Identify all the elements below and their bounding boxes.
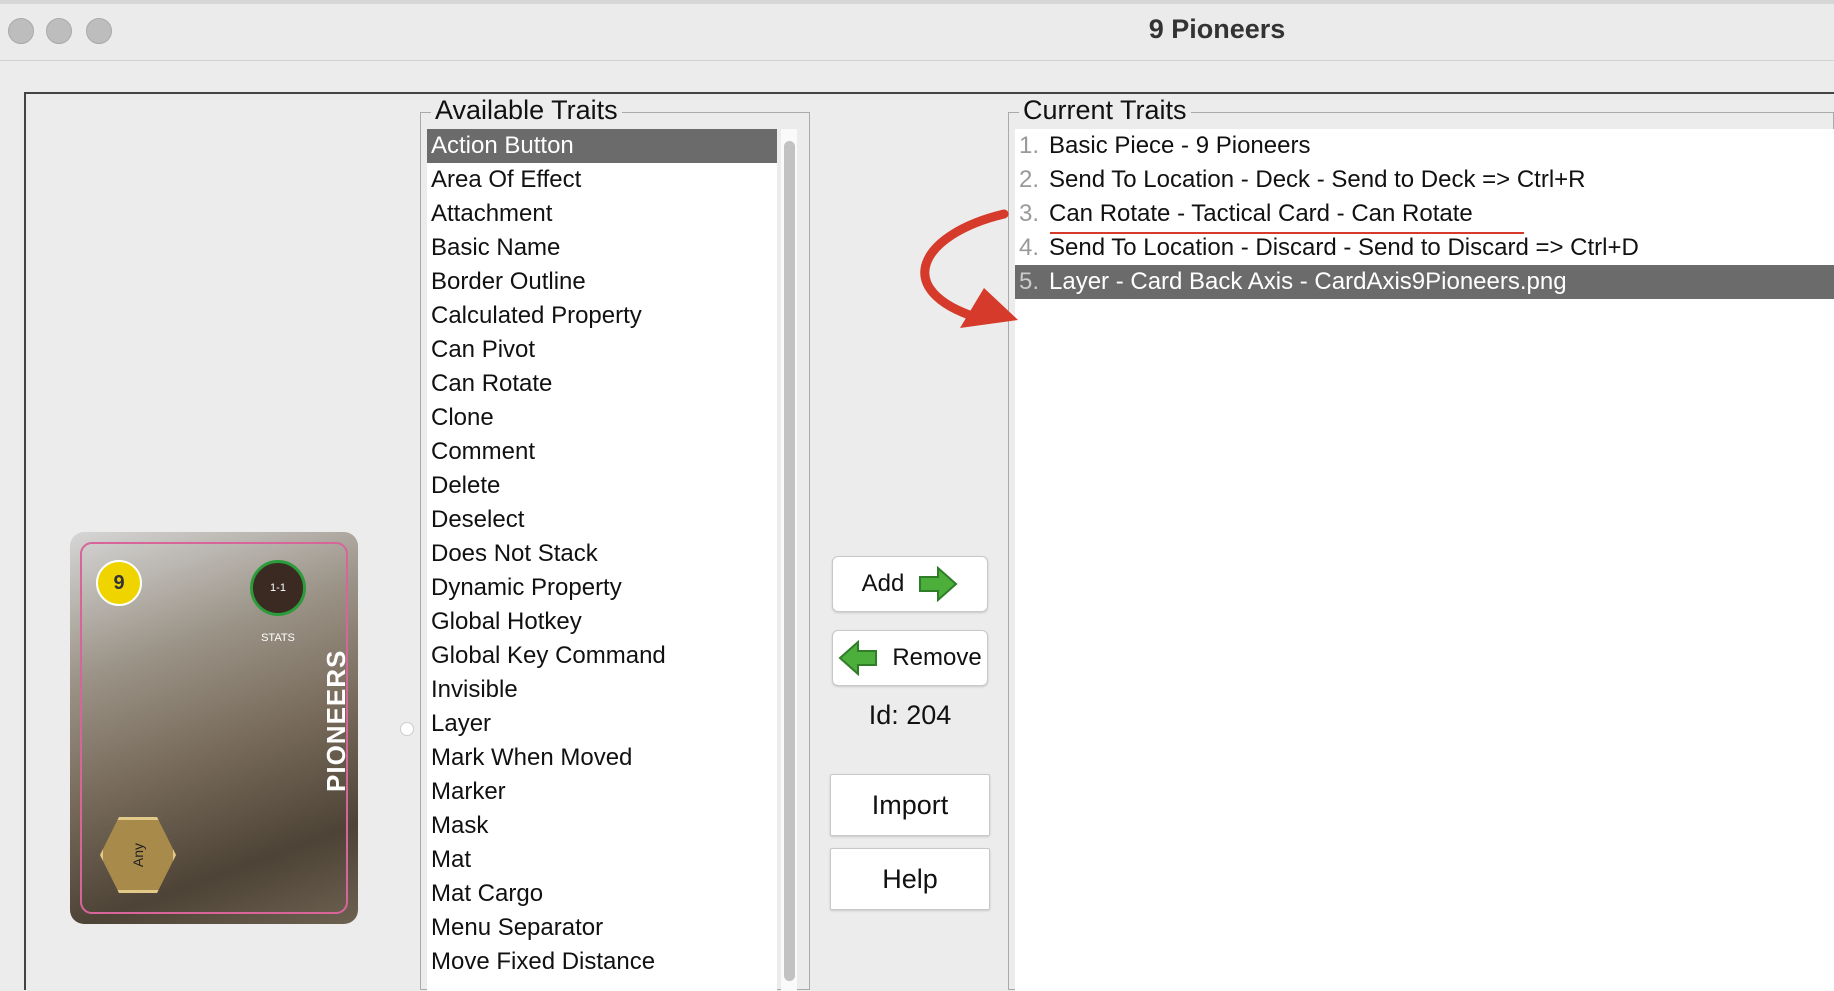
available-trait-item[interactable]: Mark When Moved [427,741,777,775]
trait-text: Layer - Card Back Axis - CardAxis9Pionee… [1049,268,1567,295]
available-trait-item[interactable]: Action Button [427,129,777,163]
available-trait-item[interactable]: Global Hotkey [427,605,777,639]
available-traits-group: Available Traits Action Button Area Of Ef… [420,95,810,991]
trait-text: Send To Location - Discard - Send to Dis… [1049,234,1639,261]
current-traits-title: Current Traits [1019,95,1191,126]
available-trait-item[interactable]: Menu Separator [427,911,777,945]
available-trait-item[interactable]: Deselect [427,503,777,537]
available-trait-item[interactable]: Global Key Command [427,639,777,673]
available-trait-item[interactable]: Can Rotate [427,367,777,401]
current-trait-item[interactable]: 3. Can Rotate - Tactical Card - Can Rotat… [1015,197,1834,231]
available-trait-item[interactable]: Delete [427,469,777,503]
available-trait-item[interactable]: Does Not Stack [427,537,777,571]
available-traits-scrollbar[interactable] [781,129,797,991]
add-button-label: Add [861,570,905,597]
card-stats-badge: 1-1 STATS [250,560,306,644]
left-arrow-icon [838,640,878,676]
card-side-label: PIONEERS [321,649,351,792]
trait-text: Can Rotate - Tactical Card - Can Rotate [1049,200,1473,227]
card-number-coin: 9 [96,560,142,606]
available-trait-item[interactable]: Invisible [427,673,777,707]
highlight-underline [1050,232,1524,234]
trait-text: Basic Piece - 9 Pioneers [1049,132,1311,159]
available-trait-item[interactable]: Comment [427,435,777,469]
available-trait-item[interactable]: Move Fixed Distance [427,945,777,979]
title-bar: 9 Pioneers [0,0,1834,61]
available-trait-item[interactable]: Border Outline [427,265,777,299]
available-trait-item[interactable]: Clone [427,401,777,435]
available-trait-item[interactable]: Attachment [427,197,777,231]
current-traits-group: Current Traits 1. Basic Piece - 9 Pioneer… [1008,95,1834,991]
available-trait-item[interactable]: Can Pivot [427,333,777,367]
title-bar-strip [0,0,1834,4]
available-trait-item[interactable]: Layer [427,707,777,741]
piece-preview-image: 9 1-1 STATS Any URBAN PIONEERS [70,532,358,924]
current-trait-item[interactable]: 5. Layer - Card Back Axis - CardAxis9Pion… [1015,265,1834,299]
current-trait-item[interactable]: 1. Basic Piece - 9 Pioneers [1015,129,1834,163]
trait-id-label: Id: 204 [868,700,952,730]
help-button[interactable]: Help [830,848,990,910]
available-trait-item[interactable]: Area Of Effect [427,163,777,197]
available-traits-list[interactable]: Action Button Area Of Effect Attachment Bas… [427,129,777,991]
trait-number: 2. [1019,166,1040,193]
available-traits-title: Available Traits [431,95,622,126]
right-arrow-icon [919,566,958,602]
trait-number: 1. [1019,132,1040,159]
current-trait-item[interactable]: 4. Send To Location - Discard - Send to D… [1015,231,1834,265]
current-trait-item[interactable]: 2. Send To Location - Deck - Send to Deck… [1015,163,1834,197]
available-trait-item[interactable]: Marker [427,775,777,809]
available-trait-item[interactable]: Dynamic Property [427,571,777,605]
drag-handle[interactable] [400,722,414,736]
add-button[interactable]: Add [832,556,988,612]
available-trait-item[interactable]: Basic Name [427,231,777,265]
available-trait-item[interactable]: Mask [427,809,777,843]
import-button[interactable]: Import [830,774,990,836]
remove-button[interactable]: Remove [832,630,988,686]
annotation-curved-arrow [920,209,1018,328]
available-trait-item[interactable]: Calculated Property [427,299,777,333]
scrollbar-thumb[interactable] [784,141,795,981]
trait-text: Send To Location - Deck - Send to Deck =… [1049,166,1586,193]
available-trait-item[interactable]: Mat [427,843,777,877]
terrain-hex-label: Any URBAN [130,830,216,880]
remove-button-label: Remove [892,644,982,671]
current-traits-list[interactable]: 1. Basic Piece - 9 Pioneers 2. Send To Loca… [1015,129,1834,991]
window-title: 9 Pioneers [1148,14,1286,44]
available-trait-item[interactable]: Mat Cargo [427,877,777,911]
